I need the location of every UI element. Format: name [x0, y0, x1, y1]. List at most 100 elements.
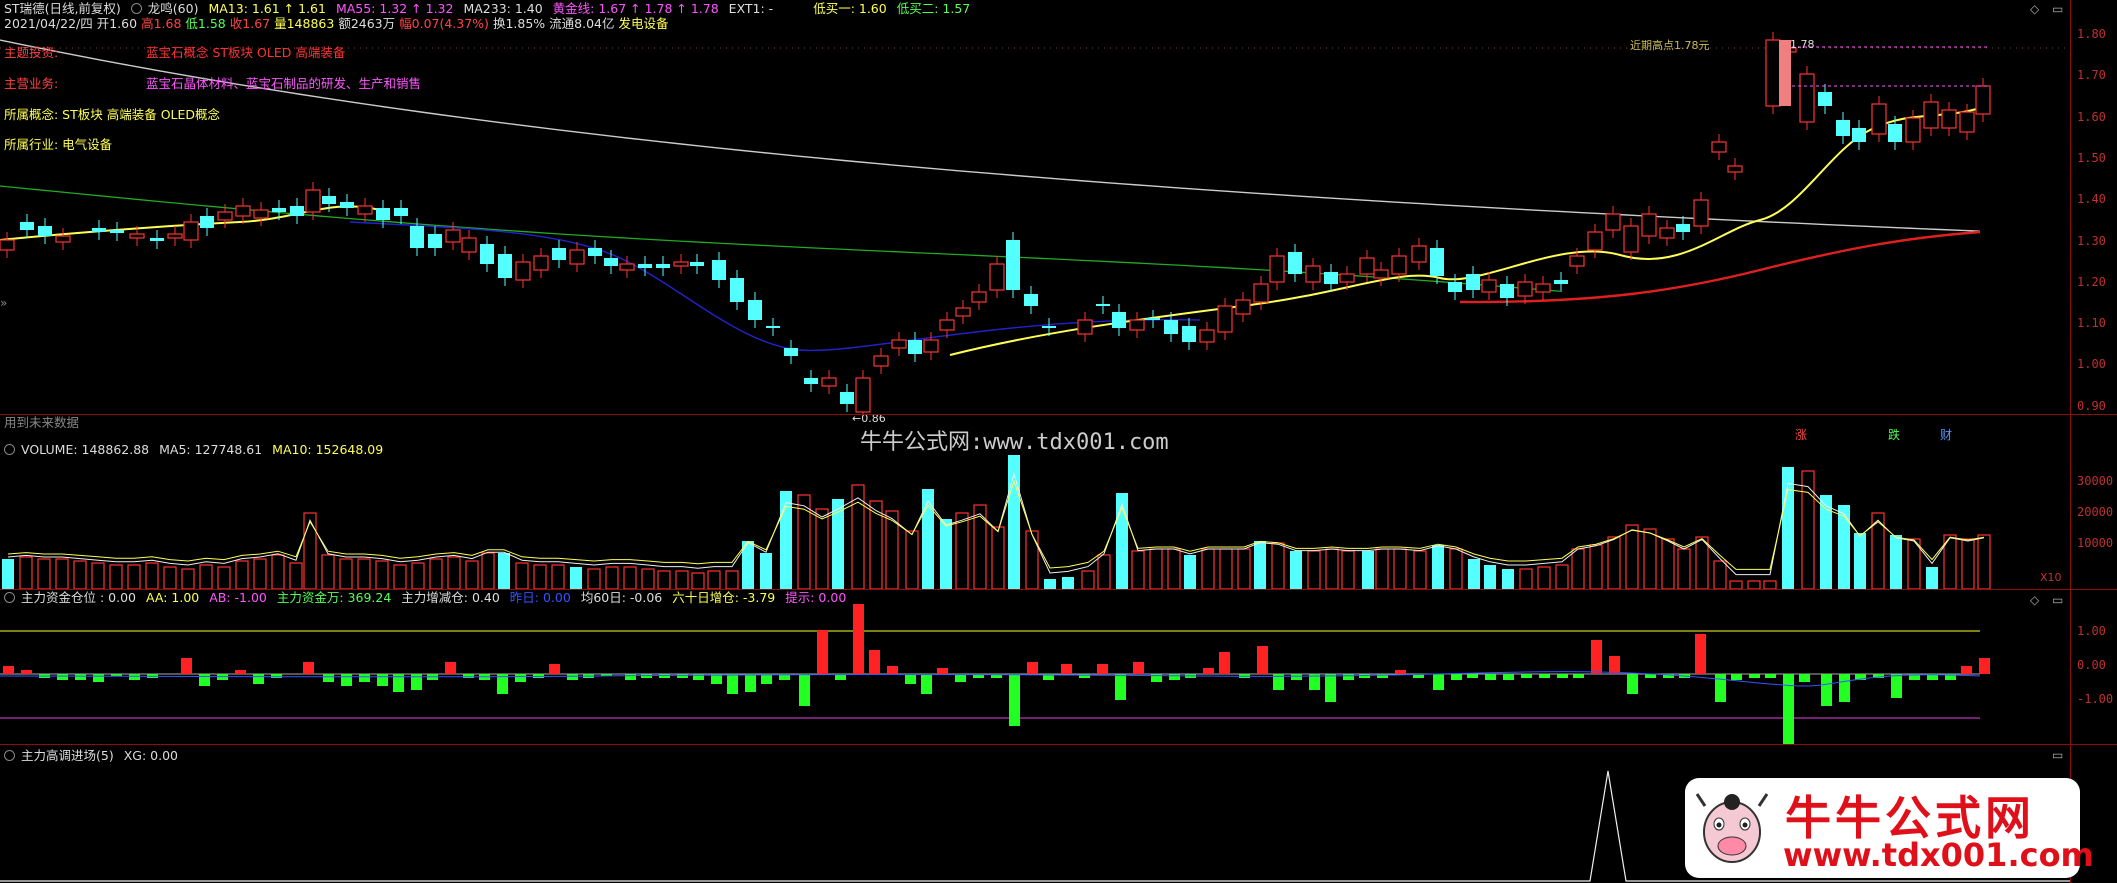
diamond-icon[interactable]: ◇ — [2030, 593, 2039, 607]
fund-bar — [677, 674, 688, 678]
axis-tick-label: 20000 — [2077, 505, 2114, 519]
volume-bar — [163, 566, 177, 589]
candle-body — [1199, 329, 1215, 343]
fund-bar — [659, 674, 670, 678]
axis-tick-label: 0.90 — [2077, 398, 2106, 413]
candle-body — [1569, 255, 1585, 267]
expand-arrow-icon[interactable]: » — [0, 296, 7, 310]
candle-body — [730, 278, 744, 302]
fund-bar — [1979, 658, 1990, 674]
volume-bar — [533, 564, 547, 589]
restore-icon[interactable]: ▭ — [2052, 2, 2063, 16]
volume-bar — [1062, 577, 1074, 589]
volume-panel[interactable]: X10 VOLUME: 148862.88 MA5: 127748.61 MA1… — [0, 415, 2070, 589]
cow-logo-icon — [1691, 786, 1773, 870]
volume-bar — [869, 500, 883, 589]
candle-body — [1676, 224, 1690, 232]
candle-body — [1623, 225, 1639, 253]
candle-body — [766, 326, 780, 328]
fund-bar — [515, 674, 526, 682]
volume-bar — [465, 560, 479, 589]
volume-bar — [199, 564, 213, 589]
fund-bar — [1573, 674, 1584, 678]
volume-bar — [641, 568, 655, 589]
signal-title[interactable]: 主力高调进场(5) — [21, 748, 114, 763]
topic-label: 主题投资: — [4, 45, 59, 60]
industry-text: 所属行业: 电气设备 — [4, 137, 113, 152]
candle-body — [1253, 283, 1269, 303]
quote-low: 低1.58 — [185, 16, 226, 31]
candle-body — [989, 263, 1005, 291]
volume-bar — [181, 568, 195, 589]
volume-bar — [1801, 470, 1815, 589]
volume-bar — [498, 553, 510, 589]
restore-icon[interactable]: ▭ — [2052, 748, 2063, 762]
fund-bar — [1521, 674, 1532, 678]
fund-bar — [937, 668, 948, 674]
fund-panel[interactable]: 主力资金仓位 : 0.00 AA: 1.00 AB: -1.00 主力资金万: … — [0, 590, 2070, 744]
axis-tick-label: 1.10 — [2077, 316, 2106, 331]
fund-chart[interactable] — [0, 590, 2070, 744]
settings-icon[interactable] — [4, 444, 15, 455]
candle-body — [1448, 282, 1462, 292]
price-panel[interactable]: ST瑞德(日线,前复权) 龙鸣(60) MA13: 1.61 ↑ 1.61 MA… — [0, 0, 2070, 455]
volume-bar — [1555, 564, 1569, 589]
fund-bar — [1203, 668, 1214, 674]
fund-bar — [1433, 674, 1444, 690]
candle-body — [322, 196, 336, 204]
fund-bar — [887, 666, 898, 674]
volume-bar — [1097, 554, 1111, 589]
candle-body — [1481, 279, 1497, 293]
fund-bar — [303, 662, 314, 674]
volume-bar — [1854, 533, 1866, 589]
volume-bar — [815, 508, 829, 589]
volume-bar — [1081, 570, 1095, 589]
volume-bar — [1643, 528, 1657, 589]
settings-icon[interactable] — [130, 3, 142, 14]
fund-bar — [625, 674, 636, 680]
indicator-name[interactable]: 龙鸣(60) — [148, 1, 199, 16]
fund-bar — [1343, 674, 1354, 680]
logo-badge: 牛牛公式网 www.tdx001.com — [1685, 778, 2094, 878]
candle-body — [784, 348, 798, 356]
volume-bar — [253, 558, 267, 589]
settings-icon[interactable] — [4, 592, 15, 603]
candle-body — [183, 221, 199, 241]
fund-bar — [1821, 674, 1832, 706]
volume-bar — [955, 512, 969, 589]
candle-body — [1430, 248, 1444, 276]
candle-body — [971, 291, 987, 303]
business-label: 主营业务: — [4, 76, 59, 91]
volume-bar — [587, 568, 601, 589]
volume-bar — [19, 556, 33, 589]
candle-body — [619, 263, 635, 271]
fund-bar — [1839, 674, 1850, 702]
quote-sector[interactable]: 发电设备 — [619, 16, 669, 31]
volume-bar — [1131, 550, 1145, 589]
restore-icon[interactable]: ▭ — [2052, 593, 2063, 607]
fund-bar — [377, 674, 388, 686]
symbol-title[interactable]: ST瑞德(日线,前复权) — [4, 1, 121, 16]
candle-body — [92, 228, 106, 232]
diamond-icon[interactable]: ◇ — [2030, 2, 2039, 16]
candlestick-chart[interactable] — [0, 0, 2070, 414]
volume-bar — [1449, 548, 1463, 589]
settings-icon[interactable] — [4, 750, 15, 761]
candle-body — [357, 205, 373, 215]
fund-title[interactable]: 主力资金仓位 : 0.00 — [21, 590, 136, 605]
candle-body — [1975, 85, 1991, 115]
fund-bar — [1009, 674, 1020, 726]
volume-bar — [725, 570, 739, 589]
candle-body — [1905, 117, 1921, 143]
fund-bar — [463, 674, 474, 678]
volume-value[interactable]: VOLUME: 148862.88 — [21, 442, 149, 457]
candle-body — [873, 355, 889, 367]
volume-bar — [1325, 548, 1339, 589]
axis-tick-label: 1.60 — [2077, 109, 2106, 124]
logo-url: www.tdx001.com — [1783, 836, 2094, 874]
fund-bar — [181, 658, 192, 674]
volume-bar — [235, 560, 249, 589]
quote-turnover: 换1.85% — [492, 16, 546, 31]
fund-bar — [1765, 674, 1776, 678]
volume-bar — [375, 560, 389, 589]
